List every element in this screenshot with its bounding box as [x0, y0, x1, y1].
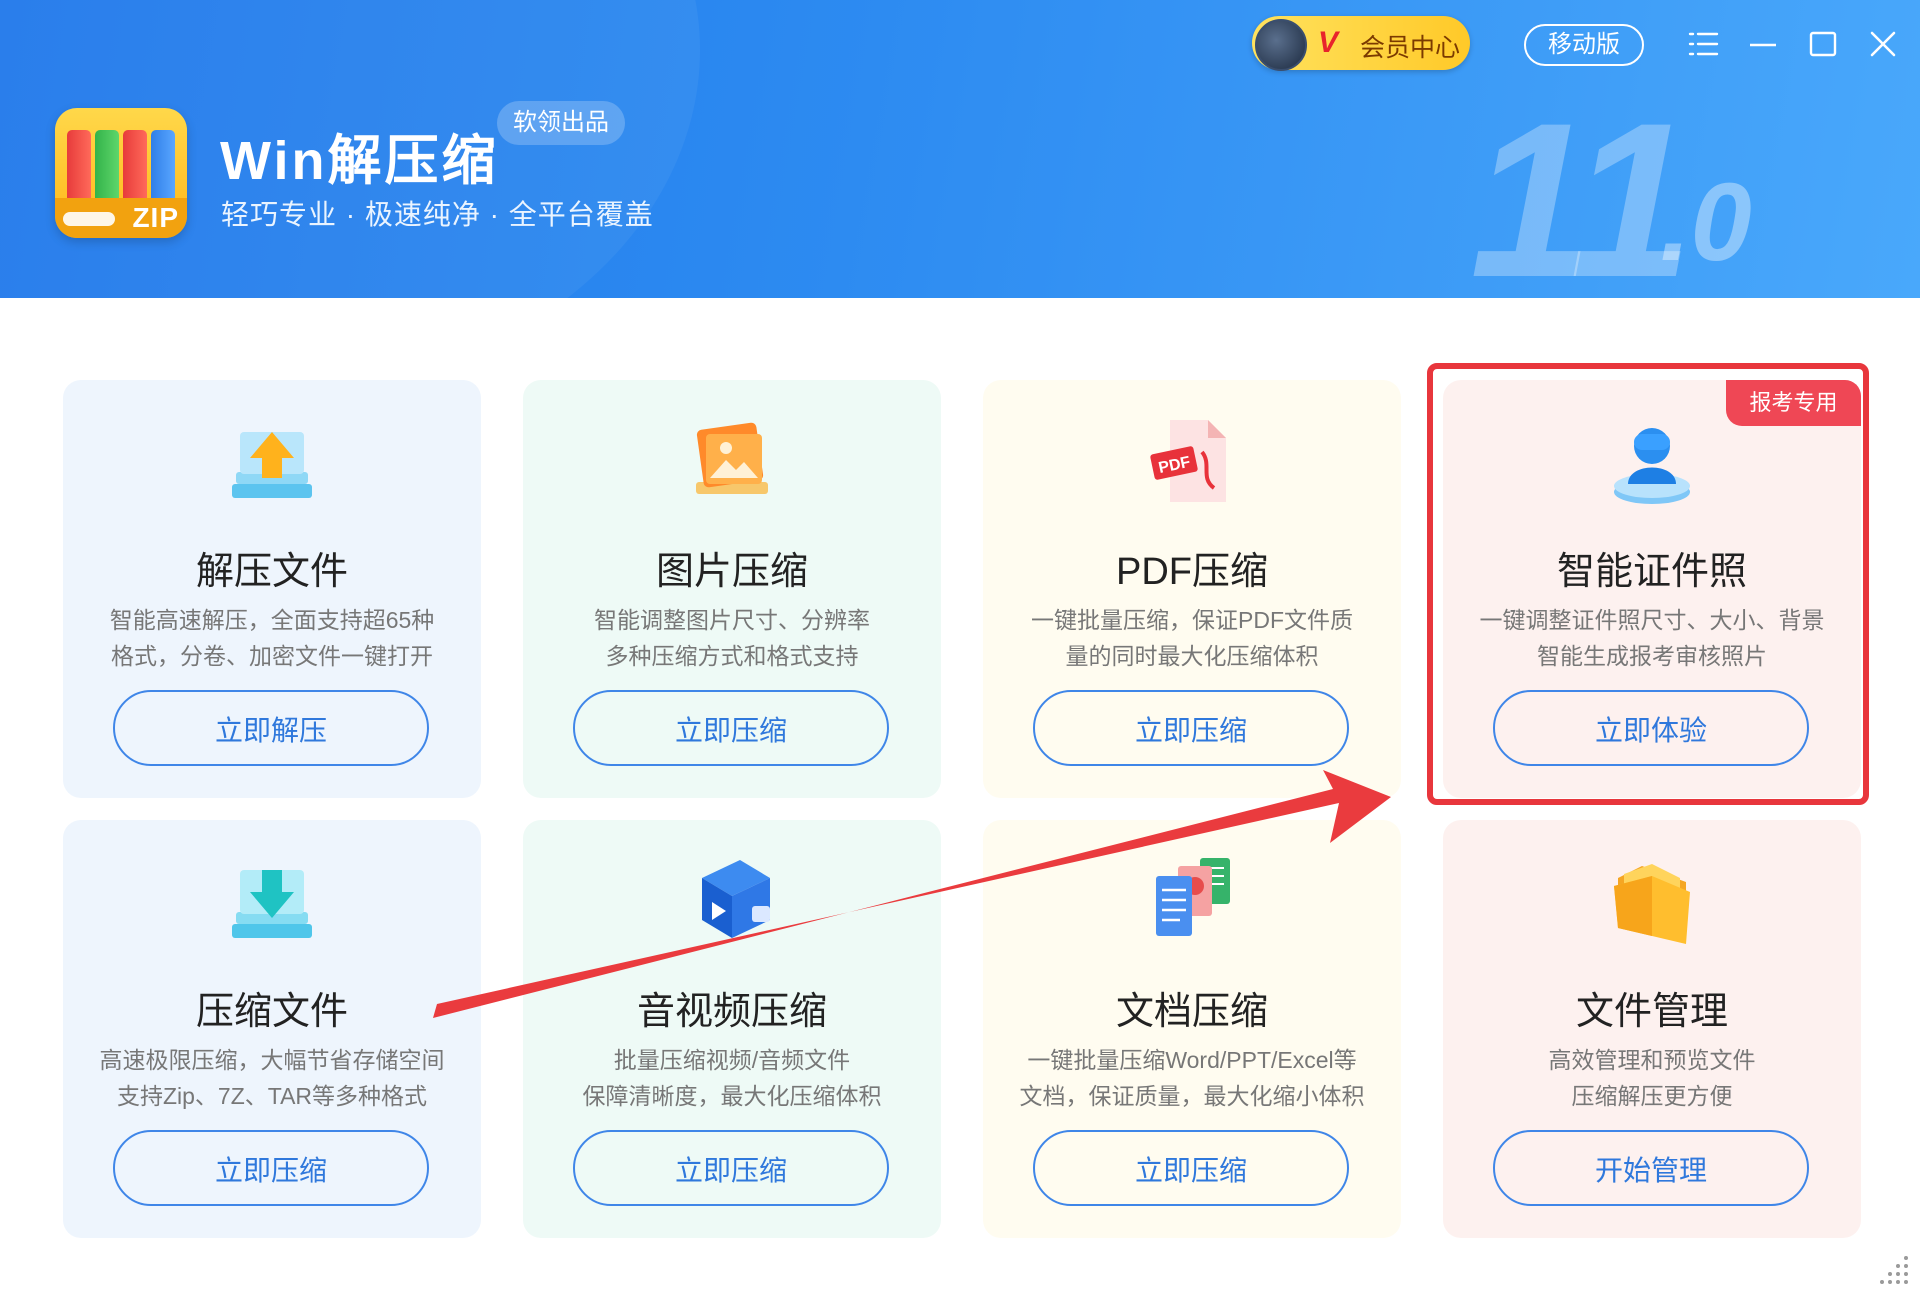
compress-icon [222, 852, 322, 952]
pdf-compress-button[interactable]: 立即压缩 [1033, 690, 1349, 766]
app-title: Win解压缩 [220, 131, 499, 191]
vip-icon: V [1318, 26, 1339, 59]
card-desc-line: 智能调整图片尺寸、分辨率 [594, 607, 870, 633]
card-title: 图片压缩 [655, 551, 808, 593]
logo-text: ZIP [132, 202, 179, 233]
pdf-icon: PDF [1142, 412, 1242, 512]
document-icon [1142, 852, 1242, 952]
card-av-compress[interactable]: 音视频压缩 批量压缩视频/音频文件 保障清晰度，最大化压缩体积 立即压缩 [523, 820, 941, 1238]
card-desc-line: 一键批量压缩，保证PDF文件质 [1031, 607, 1353, 633]
card-desc-line: 支持Zip、7Z、TAR等多种格式 [116, 1083, 428, 1109]
menu-icon[interactable] [1685, 26, 1721, 62]
card-desc-line: 格式，分卷、加密文件一键打开 [111, 643, 433, 669]
card-title: 解压文件 [195, 551, 348, 593]
version-major: 11 [1470, 77, 1692, 298]
card-title: 文档压缩 [1115, 991, 1268, 1033]
card-image-compress[interactable]: 图片压缩 智能调整图片尺寸、分辨率 多种压缩方式和格式支持 立即压缩 [523, 380, 941, 798]
extract-icon [222, 412, 322, 512]
card-desc-line: 高速极限压缩，大幅节省存储空间 [99, 1047, 445, 1073]
folder-icon [1602, 852, 1702, 952]
card-compress[interactable]: 压缩文件 高速极限压缩，大幅节省存储空间 支持Zip、7Z、TAR等多种格式 立… [63, 820, 481, 1238]
win-zip-main-window: ZIP Win解压缩 软领出品 轻巧专业 · 极速纯净 · 全平台覆盖 11 .… [0, 0, 1920, 1296]
maximize-icon[interactable] [1805, 26, 1841, 62]
card-title: 文件管理 [1575, 991, 1728, 1033]
card-desc-line: 保障清晰度，最大化压缩体积 [582, 1083, 882, 1109]
card-pdf-compress[interactable]: PDF PDF压缩 一键批量压缩，保证PDF文件质 量的同时最大化压缩体积 立即… [983, 380, 1401, 798]
card-desc-line: 多种压缩方式和格式支持 [605, 643, 859, 669]
start-manage-button[interactable]: 开始管理 [1493, 1130, 1809, 1206]
card-description: 智能调整图片尺寸、分辨率 多种压缩方式和格式支持 [523, 602, 941, 674]
image-icon [682, 412, 782, 512]
card-description: 高效管理和预览文件 压缩解压更方便 [1443, 1042, 1861, 1114]
card-description: 一键批量压缩Word/PPT/Excel等 文档，保证质量，最大化缩小体积 [983, 1042, 1401, 1114]
card-desc-line: 智能高速解压，全面支持超65种 [109, 607, 435, 633]
mobile-version-button[interactable]: 移动版 [1524, 24, 1644, 66]
card-desc-line: 批量压缩视频/音频文件 [613, 1047, 851, 1073]
app-logo: ZIP [55, 108, 187, 238]
card-desc-line: 压缩解压更方便 [1571, 1083, 1733, 1109]
header-banner: ZIP Win解压缩 软领出品 轻巧专业 · 极速纯净 · 全平台覆盖 11 .… [0, 0, 1920, 298]
vip-center-label: 会员中心 [1360, 34, 1461, 62]
vip-center-button[interactable]: V 会员中心 [1252, 16, 1470, 71]
card-description: 高速极限压缩，大幅节省存储空间 支持Zip、7Z、TAR等多种格式 [63, 1042, 481, 1114]
card-extract[interactable]: 解压文件 智能高速解压，全面支持超65种 格式，分卷、加密文件一键打开 立即解压 [63, 380, 481, 798]
card-desc-line: 一键批量压缩Word/PPT/Excel等 [1027, 1047, 1357, 1073]
minimize-icon[interactable] [1745, 26, 1781, 62]
card-description: 智能高速解压，全面支持超65种 格式，分卷、加密文件一键打开 [63, 602, 481, 674]
card-title: 压缩文件 [195, 991, 348, 1033]
card-description: 批量压缩视频/音频文件 保障清晰度，最大化压缩体积 [523, 1042, 941, 1114]
app-subtitle: 轻巧专业 · 极速纯净 · 全平台覆盖 [221, 199, 654, 230]
image-compress-button[interactable]: 立即压缩 [573, 690, 889, 766]
doc-compress-button[interactable]: 立即压缩 [1033, 1130, 1349, 1206]
avatar[interactable] [1255, 19, 1307, 71]
video-icon [682, 852, 782, 952]
av-compress-button[interactable]: 立即压缩 [573, 1130, 889, 1206]
version-minor: .0 [1660, 161, 1752, 284]
highlight-frame [1427, 363, 1869, 805]
card-doc-compress[interactable]: 文档压缩 一键批量压缩Word/PPT/Excel等 文档，保证质量，最大化缩小… [983, 820, 1401, 1238]
compress-now-button[interactable]: 立即压缩 [113, 1130, 429, 1206]
card-file-manage[interactable]: 文件管理 高效管理和预览文件 压缩解压更方便 开始管理 [1443, 820, 1861, 1238]
close-icon[interactable] [1865, 26, 1901, 62]
resize-grip-icon[interactable] [1876, 1250, 1912, 1286]
card-title: PDF压缩 [1115, 551, 1268, 593]
card-desc-line: 高效管理和预览文件 [1548, 1047, 1756, 1073]
brand-badge: 软领出品 [497, 101, 625, 145]
card-title: 音视频压缩 [636, 991, 827, 1033]
card-description: 一键批量压缩，保证PDF文件质 量的同时最大化压缩体积 [983, 602, 1401, 674]
card-desc-line: 量的同时最大化压缩体积 [1065, 643, 1319, 669]
card-desc-line: 文档，保证质量，最大化缩小体积 [1019, 1083, 1365, 1109]
extract-now-button[interactable]: 立即解压 [113, 690, 429, 766]
